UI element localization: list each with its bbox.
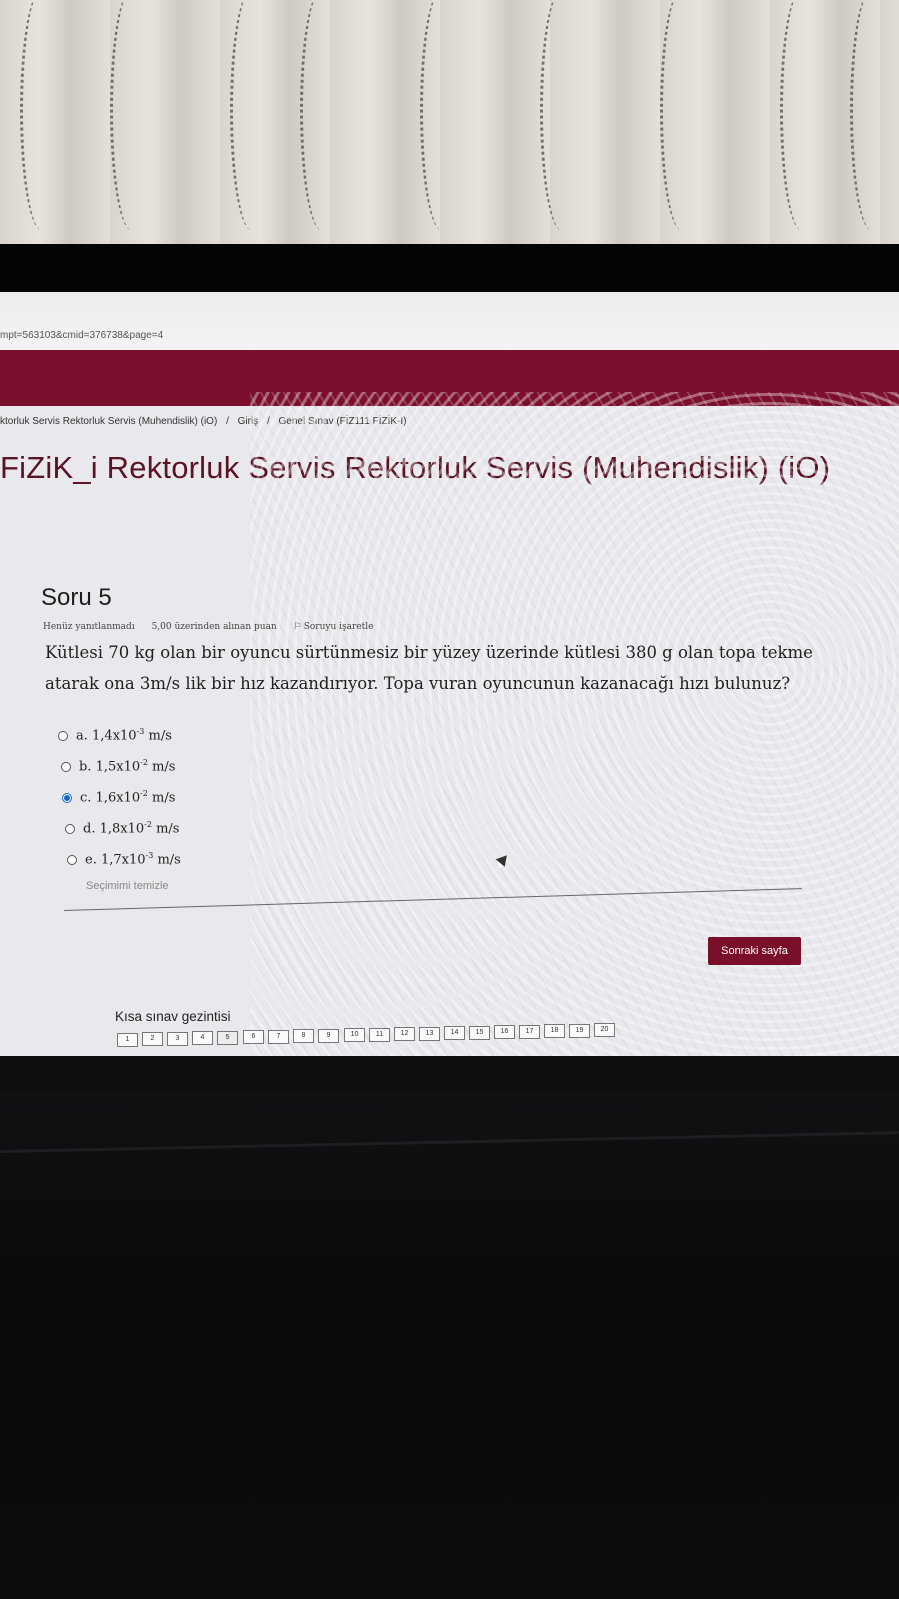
nav-page[interactable]: 6 (243, 1030, 264, 1044)
breadcrumb-course[interactable]: ktorluk Servis Rektorluk Servis (Muhendi… (0, 416, 217, 427)
nav-page[interactable]: 1 (117, 1033, 138, 1047)
flag-label[interactable]: Soruyu işaretle (304, 622, 374, 632)
breadcrumb-exam[interactable]: Genel Sınav (FİZ111 FİZİK-I) (279, 416, 407, 427)
nav-page[interactable]: 17 (519, 1025, 540, 1039)
taskbar (0, 1056, 899, 1092)
question-info: Henüz yanıtlanmadı 5,00 üzerinden alınan… (43, 622, 401, 632)
answer-label: c. 1,6x10-2 m/s (80, 789, 176, 806)
clear-choice-link[interactable]: Seçimimi temizle (86, 880, 169, 892)
nav-page[interactable]: 11 (369, 1028, 390, 1042)
answer-label: d. 1,8x10-2 m/s (83, 820, 180, 837)
answer-list: a. 1,4x10-3 m/s b. 1,5x10-2 m/s c. 1,6x1… (56, 720, 181, 875)
nav-page[interactable]: 4 (192, 1031, 213, 1045)
flag-icon: ⚐ (293, 622, 302, 632)
nav-page[interactable]: 12 (394, 1027, 415, 1041)
radio-button[interactable] (65, 823, 75, 834)
answer-label: a. 1,4x10-3 m/s (76, 727, 172, 744)
nav-page[interactable]: 14 (444, 1026, 465, 1040)
radio-button[interactable] (58, 730, 68, 741)
page-title: FiZiK_i Rektorluk Servis Rektorluk Servi… (0, 450, 831, 485)
nav-page[interactable]: 20 (594, 1023, 615, 1037)
nav-page[interactable]: 7 (268, 1030, 289, 1044)
question-points: 5,00 üzerinden alınan puan (151, 622, 277, 632)
question-status: Henüz yanıtlanmadı (43, 622, 135, 632)
site-header (0, 350, 899, 406)
answer-option-d[interactable]: d. 1,8x10-2 m/s (65, 813, 181, 844)
answer-option-a[interactable]: a. 1,4x10-3 m/s (58, 720, 181, 751)
radio-button[interactable] (67, 854, 77, 865)
quiz-navigation-title: Kısa sınav gezintisi (115, 1009, 231, 1024)
breadcrumb: ktorluk Servis Rektorluk Servis (Muhendi… (0, 416, 413, 427)
answer-option-e[interactable]: e. 1,7x10-3 m/s (67, 844, 181, 875)
divider (63, 888, 802, 911)
question-text: Kütlesi 70 kg olan bir oyuncu sürtünmesi… (45, 643, 813, 693)
next-page-button[interactable]: Sonraki sayfa (708, 937, 801, 965)
question-heading: Soru 5 (41, 584, 112, 611)
nav-page[interactable]: 8 (293, 1029, 314, 1043)
radio-button-selected[interactable] (62, 792, 72, 803)
breadcrumb-separator: / (226, 416, 229, 427)
moire-pattern (250, 392, 899, 1092)
nav-page[interactable]: 15 (469, 1026, 490, 1040)
nav-page[interactable]: 18 (544, 1024, 565, 1038)
answer-label: b. 1,5x10-2 m/s (79, 758, 176, 775)
nav-page[interactable]: 3 (167, 1032, 188, 1046)
background-curtain (0, 0, 899, 250)
screen: mpt=563103&cmid=376738&page=4 ktorluk Se… (0, 292, 899, 1092)
nav-page-current[interactable]: 5 (217, 1031, 238, 1045)
answer-option-b[interactable]: b. 1,5x10-2 m/s (61, 751, 181, 782)
nav-page[interactable]: 13 (419, 1027, 440, 1041)
address-bar[interactable]: mpt=563103&cmid=376738&page=4 (0, 292, 899, 354)
nav-page[interactable]: 9 (318, 1029, 339, 1043)
nav-page[interactable]: 19 (569, 1024, 590, 1038)
breadcrumb-home[interactable]: Giriş (238, 416, 259, 427)
nav-page[interactable]: 16 (494, 1025, 515, 1039)
url-text[interactable]: mpt=563103&cmid=376738&page=4 (0, 330, 163, 341)
keyboard-area (0, 1092, 899, 1599)
radio-button[interactable] (61, 761, 71, 772)
monitor-bezel (0, 244, 899, 292)
answer-option-c[interactable]: c. 1,6x10-2 m/s (62, 782, 181, 813)
nav-page[interactable]: 10 (344, 1028, 365, 1042)
breadcrumb-separator: / (266, 416, 270, 427)
answer-label: e. 1,7x10-3 m/s (85, 851, 181, 868)
nav-page[interactable]: 2 (142, 1032, 163, 1046)
flag-question[interactable]: ⚐ Soruyu işaretle (294, 622, 388, 632)
